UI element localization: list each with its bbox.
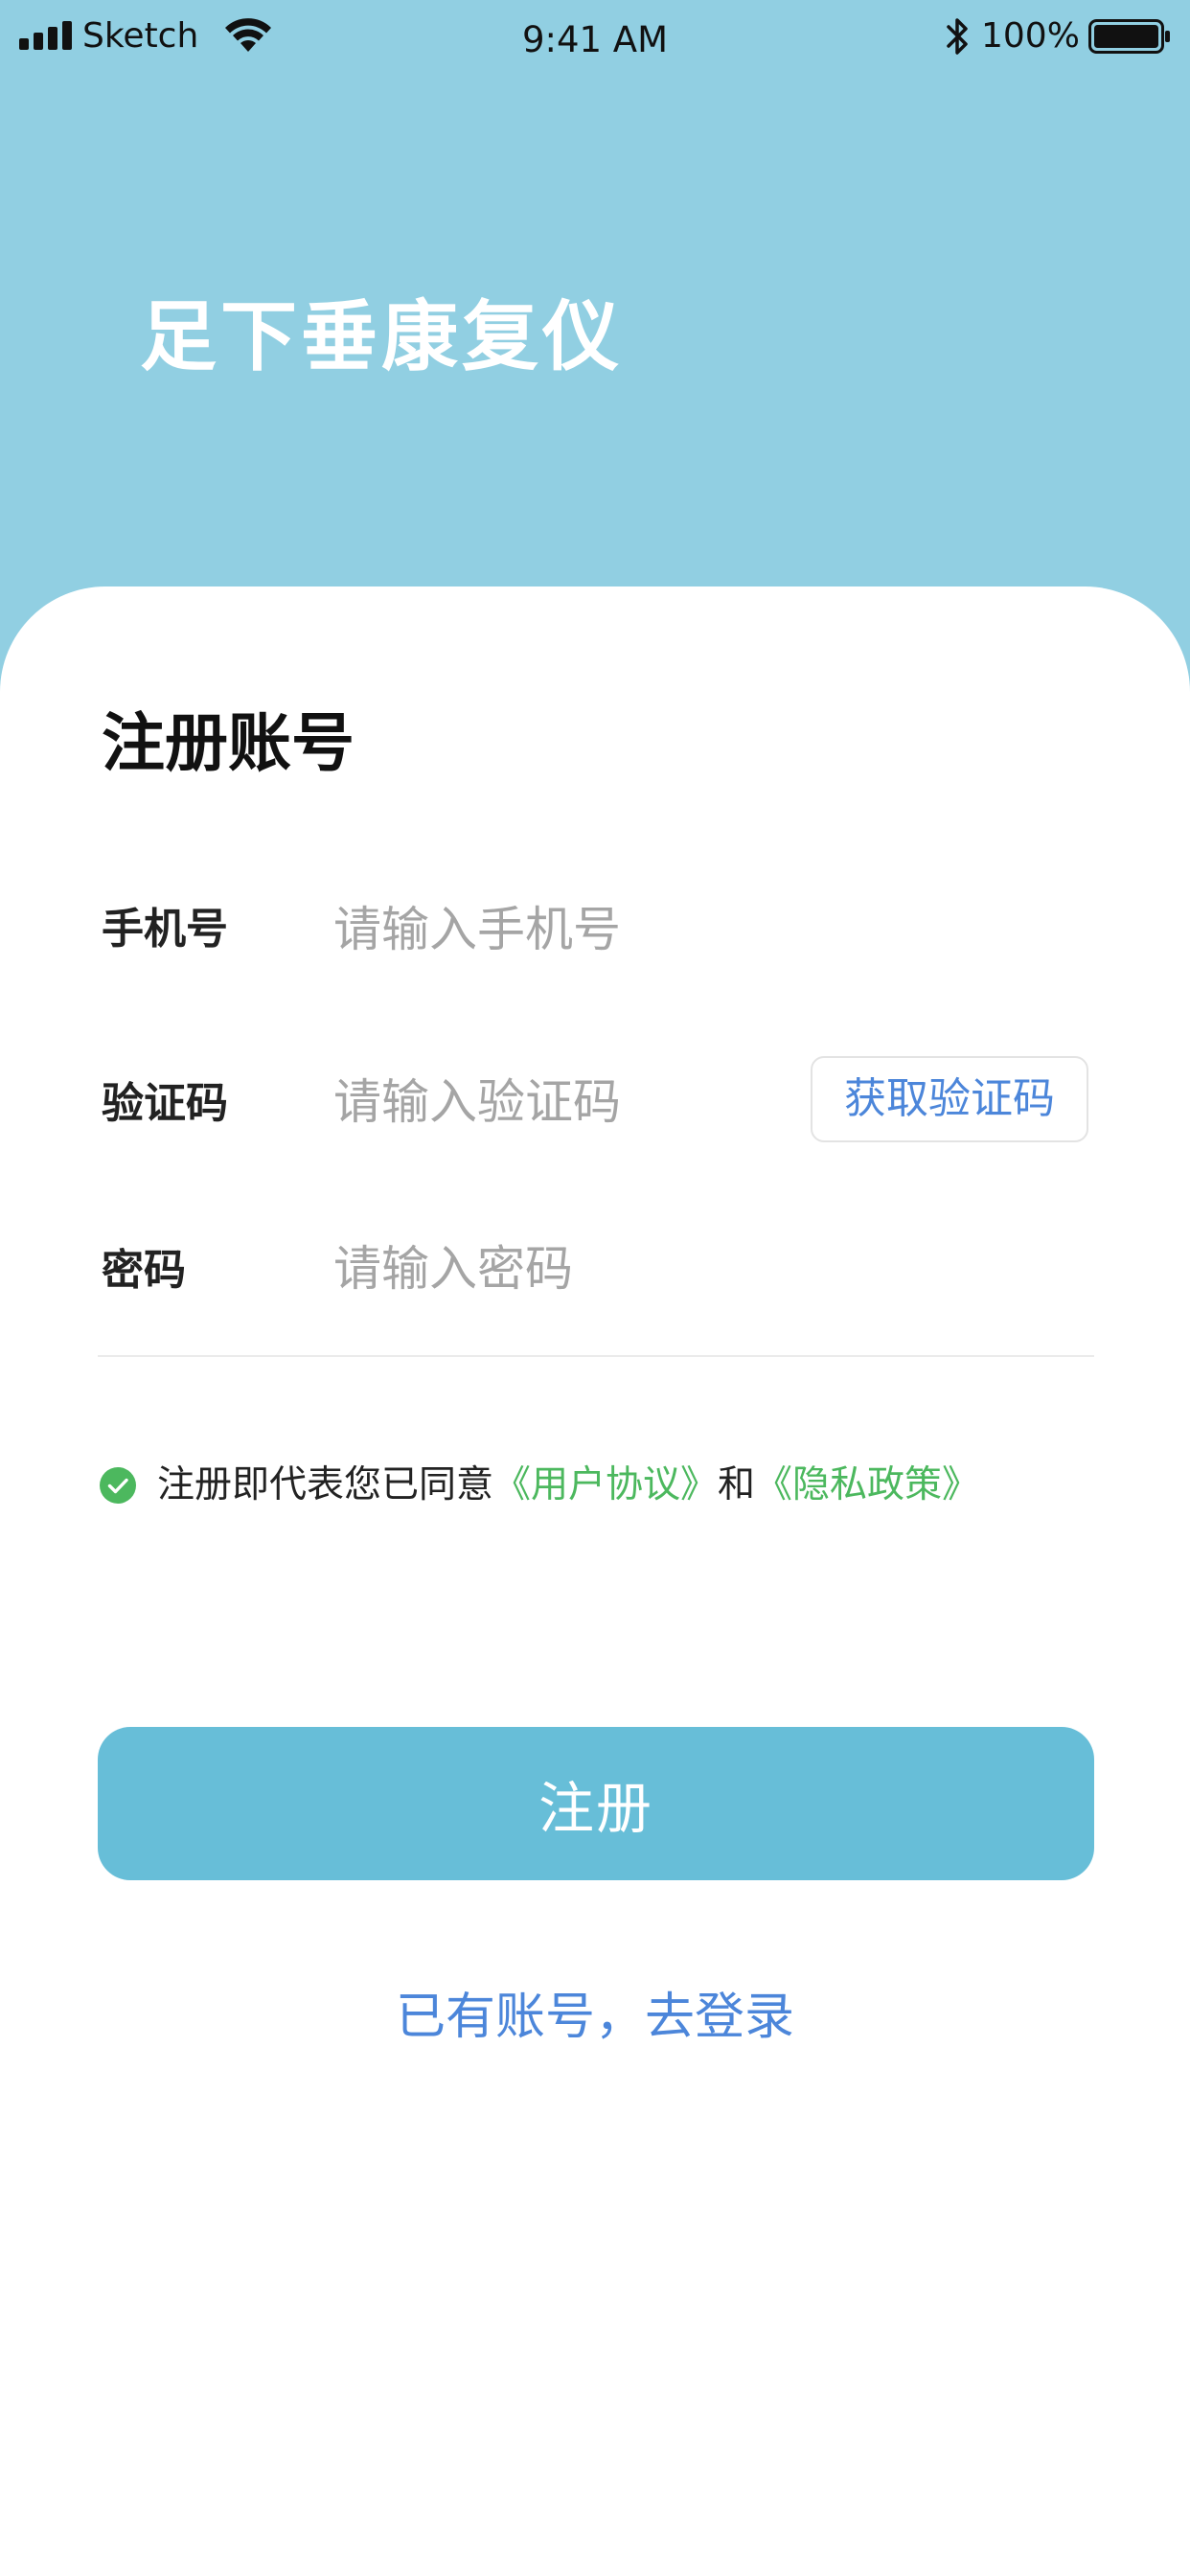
user-agreement-link[interactable]: 《用户协议》 — [493, 1457, 718, 1514]
get-code-button[interactable]: 获取验证码 — [811, 1056, 1088, 1142]
page-title: 注册账号 — [102, 706, 355, 780]
register-page: Sketch 9:41 AM 100% 足下垂康复仪 注册账号 手机号 验证码 … — [0, 0, 1190, 2576]
check-circle-icon[interactable] — [100, 1467, 136, 1504]
status-bar: Sketch 9:41 AM 100% — [0, 0, 1190, 77]
app-title: 足下垂康复仪 — [140, 292, 623, 381]
code-label: 验证码 — [102, 1079, 228, 1128]
agreement-conjunction: 和 — [718, 1463, 756, 1506]
go-login-link[interactable]: 已有账号，去登录 — [0, 1984, 1190, 2051]
password-input[interactable] — [333, 1232, 774, 1305]
battery-icon — [1088, 19, 1170, 54]
agreement-prefix: 注册即代表您已同意 — [157, 1463, 494, 1506]
form-divider — [98, 1355, 1094, 1357]
phone-input[interactable] — [333, 893, 774, 966]
bluetooth-icon — [947, 18, 968, 55]
code-input[interactable] — [333, 1066, 774, 1138]
password-label: 密码 — [102, 1246, 186, 1295]
form-card — [0, 586, 1190, 2576]
register-button[interactable]: 注册 — [98, 1727, 1094, 1880]
phone-label: 手机号 — [102, 905, 228, 954]
privacy-policy-link[interactable]: 《隐私政策》 — [755, 1457, 979, 1514]
battery-percent: 100% — [981, 16, 1080, 56]
agreement-row: 注册即代表您已同意 《用户协议》 和 《隐私政策》 — [100, 1457, 979, 1514]
